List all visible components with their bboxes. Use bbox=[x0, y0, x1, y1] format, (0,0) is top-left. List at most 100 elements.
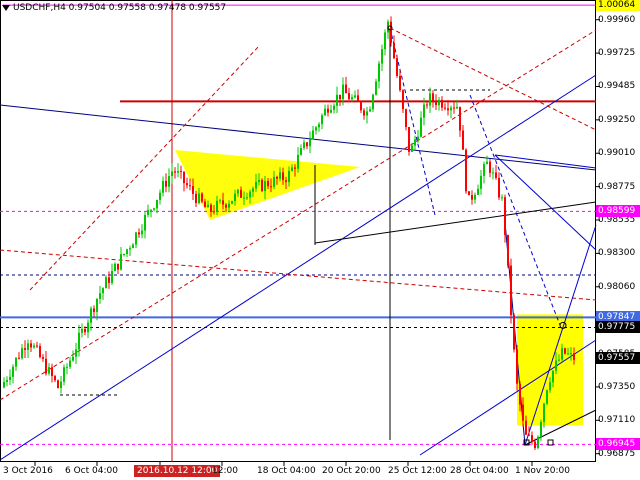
candle-body bbox=[15, 357, 17, 367]
candle-body bbox=[327, 108, 329, 113]
candle-body bbox=[24, 348, 26, 350]
candle-body bbox=[417, 136, 419, 140]
candle-body bbox=[531, 435, 533, 442]
candle-body bbox=[399, 75, 401, 91]
candle-body bbox=[258, 179, 260, 182]
candle-body bbox=[462, 130, 464, 150]
candle-body bbox=[228, 203, 230, 208]
time-tick-label: 18 Oct 04:00 bbox=[257, 466, 316, 476]
candle-body bbox=[180, 171, 182, 173]
candle-body bbox=[567, 353, 569, 355]
candle-body bbox=[456, 106, 458, 109]
candle-body bbox=[423, 104, 425, 118]
candle-body bbox=[552, 370, 554, 383]
candle-body bbox=[543, 403, 545, 422]
candle-body bbox=[357, 95, 359, 102]
candle-body bbox=[75, 349, 77, 357]
time-tick-label: 12:00 bbox=[212, 466, 238, 476]
candle-body bbox=[129, 248, 131, 250]
candle-body bbox=[264, 181, 266, 192]
candle-body bbox=[231, 200, 233, 204]
candle-body bbox=[273, 176, 275, 187]
candle-body bbox=[303, 142, 305, 149]
candle-body bbox=[99, 293, 101, 299]
candle-body bbox=[432, 93, 434, 101]
candle-body bbox=[519, 383, 521, 405]
candle-body bbox=[282, 172, 284, 181]
candle-body bbox=[360, 101, 362, 111]
candle-body bbox=[318, 124, 320, 128]
candle-body bbox=[429, 93, 431, 106]
candle-body bbox=[51, 367, 53, 377]
collapse-triangle-icon[interactable] bbox=[2, 4, 10, 11]
candle-body bbox=[168, 176, 170, 187]
candle-body bbox=[300, 148, 302, 155]
candle-body bbox=[261, 179, 263, 192]
candle-body bbox=[93, 308, 95, 312]
candle-body bbox=[390, 21, 392, 43]
candle-body bbox=[60, 381, 62, 389]
candle-body bbox=[123, 254, 125, 256]
chart-window[interactable]: USDCHF,H4 0.97504 0.97558 0.97478 0.9755… bbox=[0, 0, 640, 480]
candle-body bbox=[450, 107, 452, 111]
candle-body bbox=[459, 106, 461, 131]
candle-body bbox=[510, 265, 512, 316]
candle-body bbox=[471, 195, 473, 200]
candle-body bbox=[312, 130, 314, 140]
candle-body bbox=[504, 197, 506, 235]
candle-body bbox=[465, 149, 467, 192]
time-cursor-label: 2016.10.12 12:00 bbox=[134, 465, 221, 477]
price-tick-label: 0.99960 bbox=[598, 14, 636, 25]
candle-body bbox=[540, 421, 542, 437]
candle-body bbox=[414, 139, 416, 146]
candle-body bbox=[534, 441, 536, 448]
price-tick-label: 0.99725 bbox=[598, 48, 636, 59]
candle-body bbox=[96, 298, 98, 312]
candle-body bbox=[315, 127, 317, 131]
candle-body bbox=[321, 115, 323, 125]
candle-body bbox=[117, 263, 119, 270]
candle-body bbox=[291, 167, 293, 171]
candle-body bbox=[555, 360, 557, 371]
candle-body bbox=[333, 105, 335, 110]
candle-body bbox=[207, 204, 209, 208]
candle-body bbox=[12, 366, 14, 377]
candle-body bbox=[498, 177, 500, 198]
candle-body bbox=[198, 193, 200, 204]
candle-body bbox=[246, 197, 248, 199]
candle-body bbox=[408, 126, 410, 152]
candle-body bbox=[396, 58, 398, 76]
candle-body bbox=[411, 145, 413, 152]
candle-body bbox=[525, 420, 527, 435]
price-chart[interactable] bbox=[0, 0, 640, 480]
candle-body bbox=[297, 154, 299, 169]
candle-body bbox=[345, 84, 347, 94]
candle-body bbox=[237, 189, 239, 194]
candle-body bbox=[165, 180, 167, 187]
candle-body bbox=[447, 108, 449, 111]
candle-body bbox=[156, 199, 158, 209]
candle-body bbox=[87, 322, 89, 333]
price-tick-label: 0.99250 bbox=[598, 114, 636, 125]
candle-body bbox=[528, 434, 530, 436]
symbol-ohlc-text: USDCHF,H4 0.97504 0.97558 0.97478 0.9755… bbox=[13, 3, 227, 13]
candle-body bbox=[204, 201, 206, 208]
candle-body bbox=[564, 348, 566, 354]
candle-body bbox=[249, 191, 251, 198]
candle-body bbox=[159, 192, 161, 200]
candle-body bbox=[402, 90, 404, 110]
candle-body bbox=[573, 353, 575, 360]
candle-body bbox=[513, 315, 515, 350]
candle-body bbox=[240, 189, 242, 198]
candle-body bbox=[384, 32, 386, 50]
candle-body bbox=[522, 404, 524, 421]
candle-body bbox=[405, 109, 407, 127]
candle-body bbox=[243, 197, 245, 199]
price-level-tag: 0.98599 bbox=[596, 205, 640, 218]
candle-body bbox=[108, 277, 110, 283]
price-tick-label: 0.99010 bbox=[598, 148, 636, 159]
candle-body bbox=[6, 379, 8, 383]
price-tick-label: 0.98060 bbox=[598, 281, 636, 292]
candle-body bbox=[27, 343, 29, 350]
candle-body bbox=[255, 181, 257, 189]
